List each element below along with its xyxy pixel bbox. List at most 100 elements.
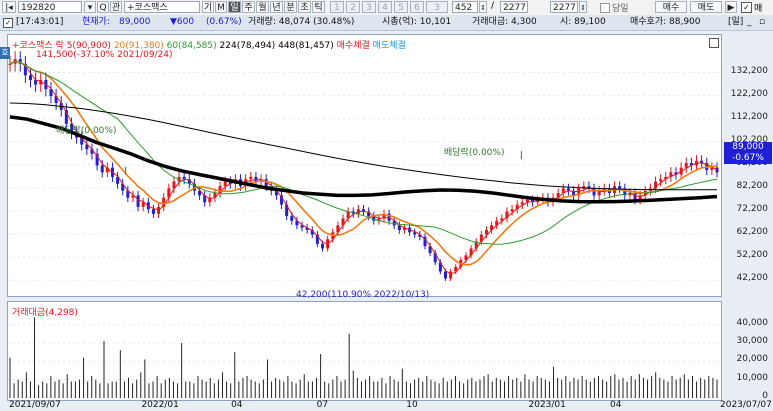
period-button-month[interactable]: 월 [256, 1, 269, 13]
candle-body [249, 176, 253, 180]
number-button-1[interactable]: 1 [330, 1, 344, 13]
side-tab-icon[interactable]: 호 [0, 47, 10, 59]
x-tick-label: 2023/01 [528, 400, 566, 410]
sell-button[interactable]: 매도 [690, 1, 722, 13]
volume-legend: 거래대금(4,298) [12, 308, 78, 318]
candle-body [151, 209, 155, 214]
period-button-minute[interactable]: 분 [284, 1, 297, 13]
legend-buy-exec: 매수체결 [336, 41, 370, 51]
candle-body [443, 271, 447, 279]
volume-tick-label: 20,000 [736, 354, 769, 365]
buy-button[interactable]: 매수 [655, 1, 687, 13]
count-input[interactable]: 452 [452, 1, 478, 13]
stock-code-input[interactable]: 192820 [18, 1, 82, 13]
candle-body [28, 75, 32, 80]
price-tick-label: 52,200 [736, 250, 769, 261]
more-label: 매 [754, 4, 763, 14]
today-checkbox[interactable] [600, 3, 610, 13]
price-change: ▼600 [170, 17, 195, 27]
check-icon[interactable]: ✓ [741, 2, 752, 13]
price-change-pct: (0.67%) [206, 17, 242, 27]
info-time: [17:43:01] [16, 17, 64, 27]
number-select[interactable]: 3 [426, 1, 448, 13]
ma448-line [9, 102, 717, 191]
market-cap: 시총(억): 10,101 [382, 17, 452, 27]
x-tick-label: 2022/01 [141, 400, 179, 410]
candle-body [290, 216, 294, 221]
period-button-2[interactable]: M [215, 1, 227, 13]
price-chart-svg [8, 51, 721, 281]
price-tick-label: 132,200 [730, 65, 768, 76]
number-button-4[interactable]: 4 [378, 1, 392, 13]
number-button-3[interactable]: 3 [362, 1, 376, 13]
open-price: 시: 89,100 [560, 17, 606, 27]
toolbar: |◂ 192820 ▾ Q 관 +코스맥스 기 M 일 주 월 년 분 초 틱 … [0, 0, 773, 16]
current-price: 89,000 [119, 17, 151, 27]
period-button-week[interactable]: 주 [242, 1, 255, 13]
price-tick-label: 72,200 [736, 204, 769, 215]
low-annotation: 42,200(110.90% 2022/10/13) [296, 290, 430, 300]
favorite-icon[interactable]: 관 [110, 1, 122, 13]
info-bar: ✓ [17:43:01] 현재가: 89,000 ▼600 (0.67%) 거래… [0, 15, 773, 31]
total-count-field-2: 2277 [550, 1, 578, 13]
dropdown-icon[interactable]: ▾ [84, 1, 96, 13]
candle-body [100, 165, 104, 173]
period-button-second[interactable]: 초 [298, 1, 311, 13]
volume-tick-label: 30,000 [736, 336, 769, 346]
spinner-icon[interactable]: ⇕ [479, 1, 487, 13]
info-check-icon[interactable]: ✓ [3, 18, 13, 28]
price-tick-label: 42,200 [736, 273, 769, 284]
price-panel [7, 34, 722, 297]
spinner-icon-2[interactable]: ⇕ [579, 1, 587, 13]
volume-chart-svg [8, 317, 721, 399]
period-tag: [일] [728, 17, 744, 27]
price-tick-label: 122,200 [730, 88, 768, 99]
stock-name-field: +코스맥스 [124, 1, 200, 13]
x-tick-label: 10 [406, 400, 418, 410]
last-price-change: -0.67% [732, 153, 764, 163]
x-tick-label: 07 [316, 400, 329, 410]
restore-icon[interactable]: ▫ [759, 15, 765, 30]
x-tick-label: 2023/07/07 [720, 400, 772, 410]
ma5-line [9, 60, 718, 275]
panel-maximize-icon[interactable] [709, 38, 719, 48]
candle-body [449, 271, 453, 279]
arrow-icon[interactable]: ▶ [725, 1, 737, 13]
ma60-line [9, 60, 718, 245]
candle-body [659, 179, 663, 182]
candle-body [136, 195, 140, 207]
menu-icon[interactable]: |◂ [2, 1, 16, 13]
candle-body [684, 163, 688, 168]
legend-sell-exec: 매도체결 [372, 41, 406, 51]
volume-tick-label: 40,000 [736, 317, 769, 328]
number-button-5[interactable]: 5 [394, 1, 408, 13]
volume-panel [7, 301, 722, 401]
search-icon[interactable]: Q [97, 1, 109, 13]
period-button-1[interactable]: 기 [202, 1, 214, 13]
price-tick-label: 62,200 [736, 227, 769, 238]
minimize-icon[interactable]: _ [747, 15, 752, 30]
trade-amount: 거래대금: 4,300 [472, 17, 537, 27]
volume-info: 거래량: 48,074 (30.48%) [248, 17, 355, 27]
legend-ma224: 224(78,494) [219, 41, 276, 51]
total-count-field: 2277 [500, 1, 528, 13]
period-button-day[interactable]: 일 [228, 1, 241, 13]
number-button-6[interactable]: 6 [410, 1, 424, 13]
legend-ma448: 448(81,457) [278, 41, 334, 51]
price-tick-label: 82,200 [736, 180, 769, 191]
candle-body [510, 209, 514, 212]
period-button-year[interactable]: 년 [270, 1, 283, 13]
x-tick-label: 04 [609, 400, 622, 410]
volume-tick-label: 10,000 [736, 372, 769, 383]
bid-price: 매수호가: 88,900 [630, 17, 701, 27]
last-price-marker: 89,000 -0.67% [724, 142, 772, 164]
dividend-annotation-1: 배당락(0.00%) [56, 126, 117, 136]
legend-ma60: 60(84,585) [166, 41, 217, 51]
period-button-tick[interactable]: 틱 [312, 1, 325, 13]
last-price-value: 89,000 [732, 142, 764, 152]
number-button-2[interactable]: 2 [346, 1, 360, 13]
dividend-annotation-2: 배당락(0.00%) [444, 148, 505, 158]
high-annotation: 141,500(-37.10% 2021/09/24) [36, 50, 173, 60]
count-separator: / [491, 1, 495, 11]
candle-body [223, 181, 227, 187]
